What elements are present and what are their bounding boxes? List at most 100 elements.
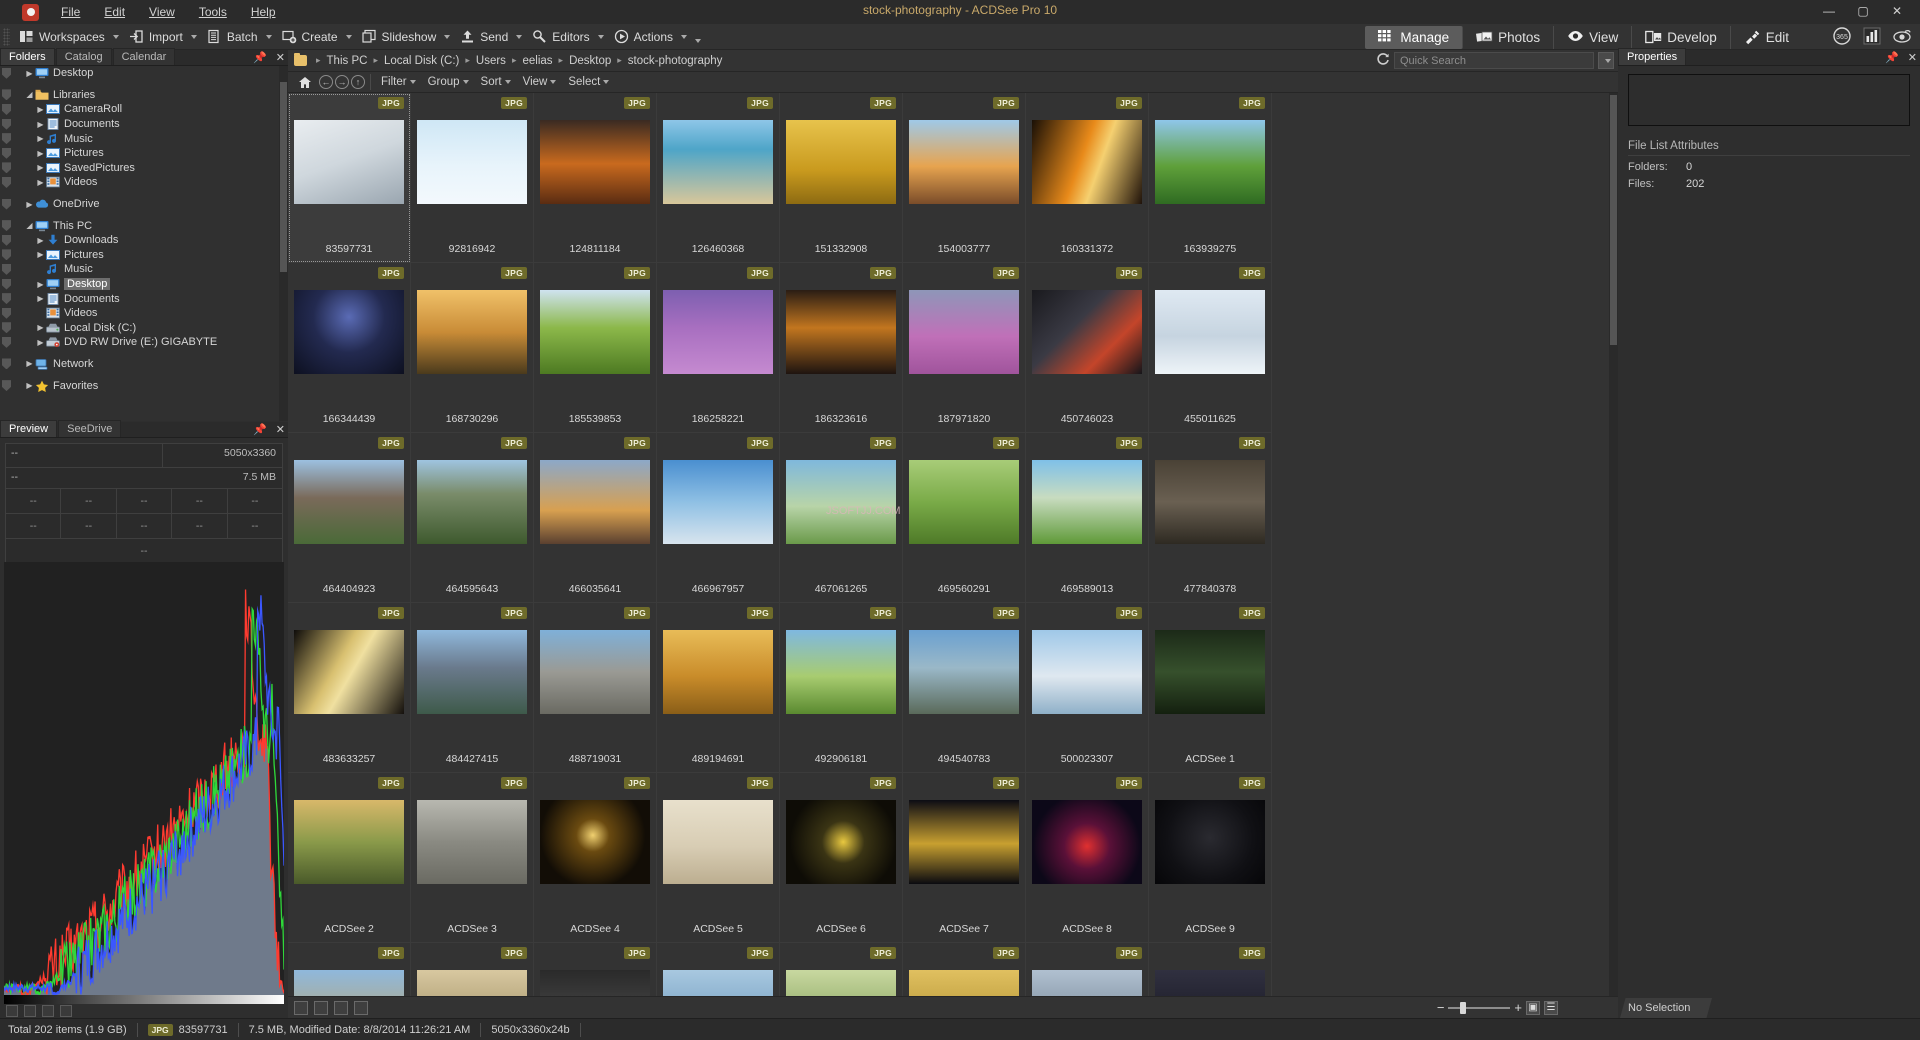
thumbnail-image[interactable] — [417, 970, 527, 996]
color-label-icon[interactable] — [2, 177, 11, 188]
toolbar-overflow-icon[interactable] — [695, 39, 701, 43]
select-menu[interactable]: Select — [563, 74, 614, 90]
chevron-right-icon[interactable]: ▶ — [35, 323, 46, 332]
thumbnail-cell[interactable]: JPG185539853 — [534, 263, 657, 433]
toolbar-actions[interactable]: Actions — [609, 26, 692, 47]
color-label-icon[interactable] — [2, 148, 11, 159]
pin-icon[interactable]: 📌 — [253, 423, 267, 436]
tab-preview[interactable]: Preview — [0, 420, 57, 437]
folder-tree-item-videos[interactable]: Videos — [0, 306, 288, 321]
chevron-down-icon[interactable] — [598, 35, 604, 39]
thumbnail-image[interactable] — [1032, 120, 1142, 204]
close-icon[interactable]: ✕ — [1908, 51, 1917, 64]
chevron-right-icon[interactable]: ▶ — [35, 178, 46, 187]
thumbnail-cell[interactable]: JPGACDSee 3 — [411, 773, 534, 943]
thumbnail-view-icon[interactable]: ▣ — [1526, 1001, 1540, 1015]
thumbnail-cell[interactable]: JPG466035641 — [534, 433, 657, 603]
thumbnail-image[interactable] — [1032, 460, 1142, 544]
mode-view[interactable]: View — [1554, 26, 1632, 49]
thumbnail-image[interactable] — [294, 120, 404, 204]
thumbnail-cell[interactable]: JPG483633257 — [288, 603, 411, 773]
thumbnail-grid-container[interactable]: JPG83597731JPG92816942JPG124811184JPG126… — [288, 93, 1618, 996]
color-label-icon[interactable] — [2, 235, 11, 246]
thumbnail-cell[interactable]: JPG186323616 — [780, 263, 903, 433]
folder-tree-item-dvd-rw-drive-e-gigabyte[interactable]: ▶DVD RW Drive (E:) GIGABYTE — [0, 335, 288, 350]
color-label-icon[interactable] — [2, 358, 11, 369]
menu-tools[interactable]: Tools — [187, 2, 239, 22]
folder-tree-item-pictures[interactable]: ▶Pictures — [0, 248, 288, 263]
color-label-icon[interactable] — [2, 279, 11, 290]
color-label-icon[interactable] — [2, 133, 11, 144]
filter-menu[interactable]: Filter — [376, 74, 421, 90]
thumbnail-image[interactable] — [1155, 290, 1265, 374]
search-input[interactable]: Quick Search — [1394, 52, 1594, 69]
mode-manage[interactable]: Manage — [1365, 26, 1463, 49]
sort-menu[interactable]: Sort — [476, 74, 516, 90]
zoom-in-button[interactable]: + — [1514, 1000, 1522, 1015]
thumbnail-image[interactable] — [909, 970, 1019, 996]
thumbnail-image[interactable] — [1155, 460, 1265, 544]
thumbnail-cell[interactable]: JPGACDSee 8 — [1026, 773, 1149, 943]
toolbar-import[interactable]: Import — [124, 26, 202, 47]
breadcrumb-local-disk[interactable]: Local Disk (C:) — [381, 54, 462, 68]
thumbnail-image[interactable] — [786, 970, 896, 996]
rotate-left-icon[interactable] — [24, 1005, 36, 1017]
thumbnail-image[interactable] — [540, 970, 650, 996]
thumbnail-cell[interactable]: JPG126460368 — [657, 93, 780, 263]
chevron-down-icon[interactable] — [681, 35, 687, 39]
thumbnail-cell[interactable]: JPG450746023 — [1026, 263, 1149, 433]
menu-file[interactable]: File — [49, 2, 92, 22]
thumbnail-cell[interactable]: JPG484427415 — [411, 603, 534, 773]
thumbnail-image[interactable] — [1032, 630, 1142, 714]
thumbnail-cell[interactable]: JPG492906181 — [780, 603, 903, 773]
chevron-right-icon[interactable]: ▶ — [35, 236, 46, 245]
color-label-icon[interactable] — [2, 89, 11, 100]
toolbar-slideshow[interactable]: Slideshow — [357, 26, 456, 47]
toolbar-create[interactable]: Create — [277, 26, 357, 47]
thumbnail-cell[interactable]: JPGJSOFTJJ.COM467061265 — [780, 433, 903, 603]
folder-tree-item-libraries[interactable]: ◢Libraries — [0, 88, 288, 103]
thumbnail-cell[interactable]: JPG — [411, 943, 534, 996]
chevron-down-icon[interactable]: ◢ — [24, 90, 35, 99]
folder-tree-item-cameraroll[interactable]: ▶CameraRoll — [0, 102, 288, 117]
close-button[interactable]: ✕ — [1880, 0, 1914, 22]
thumbnail-image[interactable] — [540, 120, 650, 204]
chevron-right-icon[interactable]: ▶ — [35, 134, 46, 143]
menu-edit[interactable]: Edit — [92, 2, 137, 22]
chevron-down-icon[interactable] — [113, 35, 119, 39]
thumbnail-cell[interactable]: JPG469589013 — [1026, 433, 1149, 603]
refresh-icon[interactable] — [1376, 52, 1390, 69]
properties-icon[interactable] — [294, 1001, 308, 1015]
thumbnail-image[interactable] — [663, 970, 773, 996]
thumbnail-cell[interactable]: JPG — [780, 943, 903, 996]
thumbnail-image[interactable] — [294, 460, 404, 544]
zoom-slider[interactable] — [1448, 1007, 1510, 1009]
chevron-right-icon[interactable]: ▶ — [35, 280, 46, 289]
breadcrumb-desktop[interactable]: Desktop — [566, 54, 614, 68]
chevron-right-icon[interactable]: ▶ — [24, 359, 35, 368]
thumbnail-image[interactable] — [540, 460, 650, 544]
tab-calendar[interactable]: Calendar — [113, 48, 176, 65]
folder-tree-item-network[interactable]: ▶Network — [0, 357, 288, 372]
menu-view[interactable]: View — [137, 2, 187, 22]
thumbnail-cell[interactable]: JPG — [1026, 943, 1149, 996]
thumbnail-cell[interactable]: JPG500023307 — [1026, 603, 1149, 773]
toolbar-batch[interactable]: Batch — [202, 26, 277, 47]
chevron-right-icon[interactable]: ▶ — [35, 338, 46, 347]
thumbnail-image[interactable] — [1032, 970, 1142, 996]
folder-tree-item-documents[interactable]: ▶Documents — [0, 291, 288, 306]
thumbnail-image[interactable] — [294, 630, 404, 714]
thumbnail-image[interactable] — [909, 460, 1019, 544]
thumbnail-cell[interactable]: JPG — [903, 943, 1026, 996]
thumbnail-cell[interactable]: JPG160331372 — [1026, 93, 1149, 263]
thumbnail-cell[interactable]: JPGACDSee 9 — [1149, 773, 1272, 943]
thumbnail-cell[interactable]: JPG124811184 — [534, 93, 657, 263]
chevron-right-icon[interactable]: ▶ — [35, 120, 46, 129]
thumbnail-image[interactable] — [417, 800, 527, 884]
thumbnail-image[interactable] — [786, 800, 896, 884]
minimize-button[interactable]: — — [1812, 0, 1846, 22]
pin-icon[interactable]: 📌 — [1885, 51, 1899, 64]
tab-seedrive[interactable]: SeeDrive — [58, 420, 121, 437]
rotate-left-icon[interactable] — [314, 1001, 328, 1015]
color-label-icon[interactable] — [2, 337, 11, 348]
